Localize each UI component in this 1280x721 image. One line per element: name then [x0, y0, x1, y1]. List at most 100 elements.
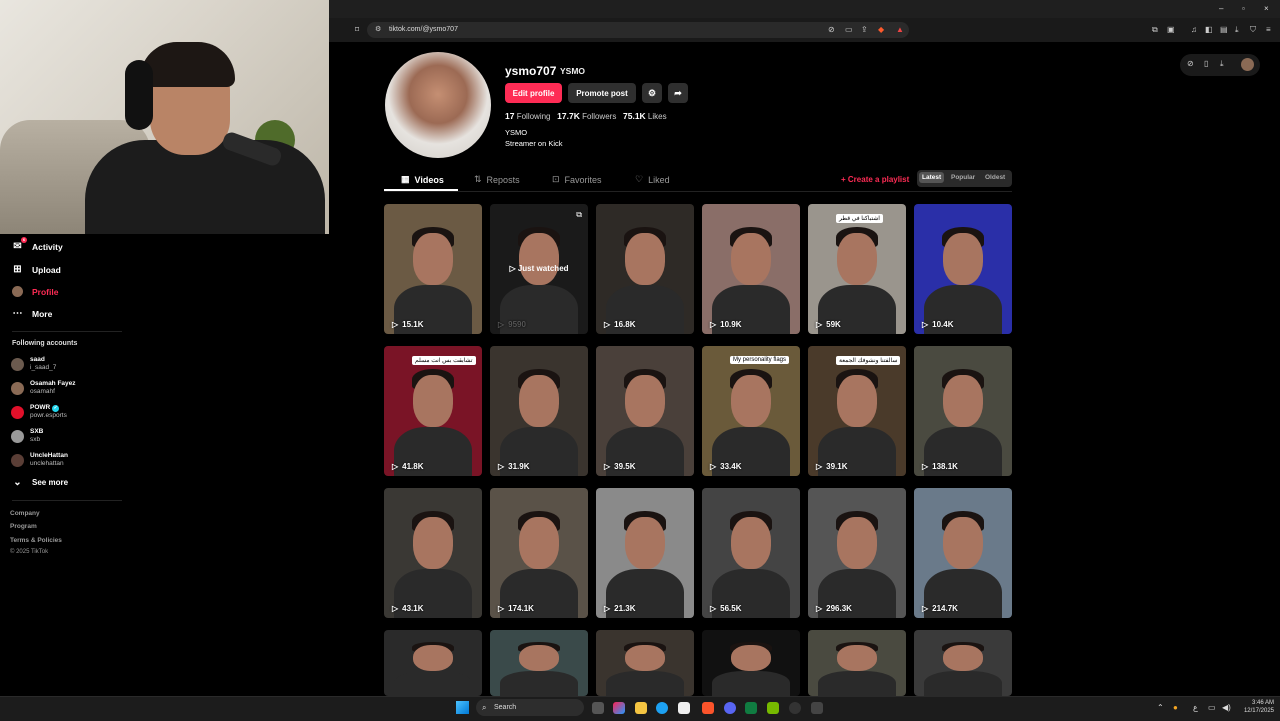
- view-count-value: 21.3K: [614, 604, 636, 613]
- close-icon[interactable]: ×: [1264, 4, 1269, 13]
- task-view-icon[interactable]: [592, 702, 604, 714]
- video-thumbnail[interactable]: [596, 630, 694, 696]
- taskbar-search[interactable]: [476, 699, 584, 716]
- bookmark-icon[interactable]: ⌑: [355, 25, 359, 34]
- edge-icon[interactable]: [656, 702, 668, 714]
- vpn-icon[interactable]: ⛉: [1250, 25, 1256, 35]
- video-thumbnail[interactable]: تشابقت بس انت مسلم ▷ 41.8K: [384, 346, 482, 476]
- screen-icon[interactable]: ▭: [845, 25, 853, 34]
- music-icon[interactable]: ♫: [1191, 25, 1197, 34]
- video-thumbnail[interactable]: ▷ 16.8K: [596, 204, 694, 334]
- video-thumbnail[interactable]: [490, 630, 588, 696]
- footer-company[interactable]: Company: [10, 510, 40, 517]
- video-thumbnail[interactable]: ▷ 10.9K: [702, 204, 800, 334]
- sidebar-item-label: More: [32, 308, 53, 319]
- view-count-value: 31.9K: [508, 462, 530, 471]
- extensions-icon[interactable]: ⧉: [1152, 25, 1158, 35]
- url-text[interactable]: tiktok.com/@ysmo707: [389, 26, 458, 33]
- view-count: ▷ 21.3K: [604, 604, 636, 613]
- following-account[interactable]: Osamah Fayez osamahf: [11, 380, 76, 396]
- video-thumbnail[interactable]: ▷ 56.5K: [702, 488, 800, 618]
- video-thumbnail[interactable]: ▷ 15.1K: [384, 204, 482, 334]
- following-account[interactable]: saad i_saad_7: [11, 356, 56, 372]
- video-thumbnail[interactable]: [914, 630, 1012, 696]
- video-thumbnail[interactable]: اشتباكنا في قطر ▷ 59K: [808, 204, 906, 334]
- excel-icon[interactable]: [745, 702, 757, 714]
- language-indicator[interactable]: ع: [1193, 703, 1198, 712]
- taskbar-clock[interactable]: 3:46 AM 12/17/2025: [1238, 699, 1274, 715]
- wallet-icon[interactable]: ▤: [1220, 25, 1228, 34]
- file-explorer-icon[interactable]: [635, 702, 647, 714]
- minimize-icon[interactable]: –: [1219, 4, 1223, 13]
- menu-icon[interactable]: ≡: [1266, 25, 1271, 34]
- likes-count: 75.1K: [623, 111, 646, 121]
- share-icon[interactable]: ⇪: [861, 25, 868, 34]
- share-profile-button[interactable]: ➦: [668, 83, 688, 103]
- tray-chevron-icon[interactable]: ⌃: [1157, 703, 1164, 712]
- sidebar-toggle-icon[interactable]: ◧: [1205, 25, 1213, 34]
- edit-profile-button[interactable]: Edit profile: [505, 83, 562, 103]
- windows-start-icon[interactable]: [456, 701, 469, 714]
- sidebar-item-more[interactable]: ⋯ More: [12, 308, 53, 319]
- sort-popular[interactable]: Popular: [951, 174, 975, 181]
- video-thumbnail[interactable]: ▷ 43.1K: [384, 488, 482, 618]
- video-thumbnail[interactable]: ▷ 10.4K: [914, 204, 1012, 334]
- store-icon[interactable]: [678, 702, 690, 714]
- sort-oldest[interactable]: Oldest: [985, 174, 1005, 181]
- video-thumbnail[interactable]: ▷ 174.1K: [490, 488, 588, 618]
- mute-icon[interactable]: ⊘: [828, 25, 835, 34]
- video-thumbnail[interactable]: ▷ 39.5K: [596, 346, 694, 476]
- reader-icon[interactable]: ▣: [1167, 25, 1175, 34]
- following-account[interactable]: UncleHattan unclehattan: [11, 452, 68, 468]
- mic-icon[interactable]: ●: [1173, 703, 1178, 712]
- sidebar-item-profile[interactable]: Profile: [12, 286, 58, 297]
- obs-icon[interactable]: [789, 702, 801, 714]
- video-thumbnail[interactable]: سالفتنا ونشوفك الجمعة ▷ 39.1K: [808, 346, 906, 476]
- following-account[interactable]: SXB sxb: [11, 428, 43, 444]
- network-icon[interactable]: ▭: [1208, 703, 1216, 712]
- volume-icon[interactable]: ◀): [1222, 703, 1231, 712]
- download-app-icon[interactable]: ⤓: [1220, 59, 1224, 69]
- video-thumbnail[interactable]: ▷ 21.3K: [596, 488, 694, 618]
- sidebar-item-upload[interactable]: ⊞ Upload: [12, 264, 61, 275]
- video-thumbnail[interactable]: ▷ 214.7K: [914, 488, 1012, 618]
- copilot-icon[interactable]: [613, 702, 625, 714]
- following-count[interactable]: 17: [505, 111, 514, 121]
- compass-icon[interactable]: ⊘: [1187, 59, 1194, 68]
- video-thumbnail[interactable]: [808, 630, 906, 696]
- brave-icon[interactable]: [702, 702, 714, 714]
- promote-post-button[interactable]: Promote post: [568, 83, 636, 103]
- nvidia-icon[interactable]: [767, 702, 779, 714]
- see-more-button[interactable]: ⌄ See more: [12, 477, 68, 488]
- footer-terms[interactable]: Terms & Policies: [10, 537, 62, 544]
- tab-reposts[interactable]: ⇅ Reposts: [474, 174, 520, 185]
- profile-nickname: YSMO: [560, 66, 586, 76]
- sort-latest[interactable]: Latest: [919, 172, 945, 183]
- video-thumbnail[interactable]: [702, 630, 800, 696]
- create-playlist-button[interactable]: + Create a playlist: [841, 175, 909, 184]
- sidebar-item-activity[interactable]: ✉ 6 Activity: [12, 237, 63, 252]
- discord-icon[interactable]: [724, 702, 736, 714]
- following-account[interactable]: POWR ✓ powr.esports: [11, 404, 67, 420]
- video-thumbnail[interactable]: ▷ Just watched ⧉ ▷ 9590: [490, 204, 588, 334]
- video-thumbnail[interactable]: My personality flags ▷ 33.4K: [702, 346, 800, 476]
- brave-shield-icon[interactable]: ◆: [878, 25, 884, 34]
- video-thumbnail[interactable]: [384, 630, 482, 696]
- app-icon[interactable]: [811, 702, 823, 714]
- site-info-icon[interactable]: ⚙: [375, 25, 381, 33]
- tab-favorites[interactable]: ⊡ Favorites: [552, 174, 602, 185]
- profile-avatar[interactable]: [385, 52, 491, 158]
- tab-videos[interactable]: ▦ Videos: [401, 174, 444, 185]
- user-avatar[interactable]: [1241, 58, 1254, 71]
- followers-count[interactable]: 17.7K: [557, 111, 580, 121]
- video-thumbnail[interactable]: ▷ 138.1K: [914, 346, 1012, 476]
- footer-program[interactable]: Program: [10, 523, 37, 530]
- video-thumbnail[interactable]: ▷ 31.9K: [490, 346, 588, 476]
- video-thumbnail[interactable]: ▷ 296.3K: [808, 488, 906, 618]
- phone-icon[interactable]: ▯: [1204, 59, 1208, 68]
- maximize-icon[interactable]: ▫: [1242, 4, 1245, 13]
- settings-button[interactable]: ⚙: [642, 83, 662, 103]
- tab-liked[interactable]: ♡ Liked: [635, 174, 670, 185]
- rewards-icon[interactable]: ▲: [896, 25, 904, 34]
- download-icon[interactable]: ⤓: [1235, 25, 1239, 35]
